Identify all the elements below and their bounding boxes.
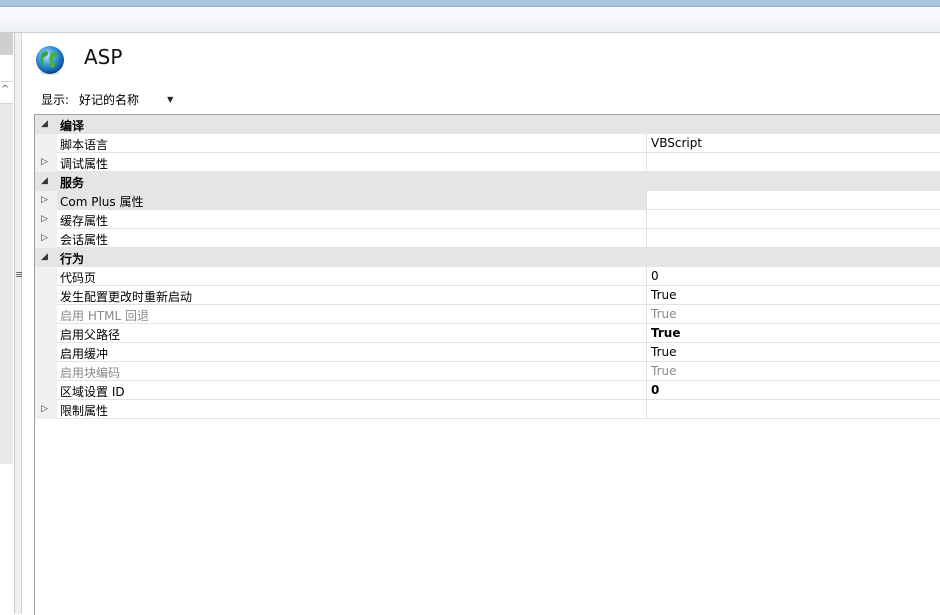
collapse-arrow-icon[interactable]: ◢ xyxy=(41,175,51,187)
display-dropdown[interactable]: 好记的名称 ▼ xyxy=(79,91,173,108)
feature-pane: ASP 显示: 好记的名称 ▼ ◢ 编译 脚本语言 VBScript ▷ 调试属性 ◢ 服务 ▷… xyxy=(22,33,940,615)
row-gutter xyxy=(35,362,57,381)
display-dropdown-value: 好记的名称 xyxy=(79,92,140,107)
property-row[interactable]: 发生配置更改时重新启动 True xyxy=(35,286,940,305)
property-row[interactable]: 脚本语言 VBScript xyxy=(35,134,940,153)
property-value-cell[interactable] xyxy=(646,153,940,172)
property-name: Com Plus 属性 xyxy=(60,195,144,209)
row-gutter xyxy=(35,324,57,343)
property-name: 启用父路径 xyxy=(60,328,121,342)
window-top-border xyxy=(0,0,940,7)
property-value-cell[interactable]: VBScript xyxy=(646,134,940,153)
dropdown-arrow-icon: ▼ xyxy=(167,94,174,104)
row-gutter xyxy=(35,286,57,305)
chevron-up-icon[interactable]: ^ xyxy=(1,84,9,95)
page-title: ASP xyxy=(84,45,123,69)
property-name: 启用 HTML 回退 xyxy=(60,309,150,323)
pane-splitter[interactable]: ≡ xyxy=(15,33,24,614)
category-row[interactable]: ◢ 服务 xyxy=(35,172,940,191)
expand-arrow-icon[interactable]: ▷ xyxy=(41,403,51,415)
property-value: True xyxy=(651,364,677,378)
expand-arrow-icon[interactable]: ▷ xyxy=(41,194,51,206)
selection-highlight xyxy=(57,191,646,210)
property-value-cell[interactable]: True xyxy=(646,362,940,381)
divider xyxy=(0,81,13,82)
property-row[interactable]: 启用父路径 True xyxy=(35,324,940,343)
property-name: 调试属性 xyxy=(60,157,109,171)
row-gutter xyxy=(35,134,57,153)
row-gutter xyxy=(35,267,57,286)
property-value-cell[interactable]: 0 xyxy=(646,267,940,286)
property-value: True xyxy=(651,288,677,302)
property-value-cell[interactable]: True xyxy=(646,305,940,324)
property-value-cell[interactable]: True xyxy=(646,324,940,343)
expand-arrow-icon[interactable]: ▷ xyxy=(41,213,51,225)
property-row[interactable]: ▷ Com Plus 属性 xyxy=(35,191,940,210)
property-row[interactable]: 区域设置 ID 0 xyxy=(35,381,940,400)
property-name: 缓存属性 xyxy=(60,214,109,228)
property-value-cell xyxy=(646,248,940,267)
property-value-cell[interactable] xyxy=(646,400,940,419)
property-row[interactable]: 启用 HTML 回退 True xyxy=(35,305,940,324)
property-name: 发生配置更改时重新启动 xyxy=(60,290,193,304)
category-label: 服务 xyxy=(60,176,85,190)
property-name: 区域设置 ID xyxy=(60,385,125,399)
property-name: 代码页 xyxy=(60,271,97,285)
property-value-cell[interactable] xyxy=(646,229,940,248)
property-value-cell xyxy=(646,115,940,134)
property-row[interactable]: 代码页 0 xyxy=(35,267,940,286)
row-gutter xyxy=(35,305,57,324)
property-value: True xyxy=(651,326,681,340)
display-filter: 显示: 好记的名称 ▼ xyxy=(41,90,173,108)
property-value: 0 xyxy=(651,269,659,283)
property-value-cell[interactable]: 0 xyxy=(646,381,940,400)
property-name: 脚本语言 xyxy=(60,138,109,152)
property-value-cell[interactable]: True xyxy=(646,343,940,362)
property-value-cell[interactable] xyxy=(646,210,940,229)
property-value: True xyxy=(651,345,677,359)
globe-icon xyxy=(36,46,64,75)
property-value-cell[interactable]: True xyxy=(646,286,940,305)
expand-arrow-icon[interactable]: ▷ xyxy=(41,156,51,168)
property-row[interactable]: ▷ 限制属性 xyxy=(35,400,940,419)
category-label: 编译 xyxy=(60,119,85,133)
property-name: 启用块编码 xyxy=(60,366,121,380)
row-gutter xyxy=(35,343,57,362)
collapse-arrow-icon[interactable]: ◢ xyxy=(41,251,51,263)
category-row[interactable]: ◢ 行为 xyxy=(35,248,940,267)
category-label: 行为 xyxy=(60,252,85,266)
property-row[interactable]: ▷ 会话属性 xyxy=(35,229,940,248)
property-row[interactable]: 启用缓冲 True xyxy=(35,343,940,362)
toolbar-band xyxy=(0,7,940,33)
row-gutter xyxy=(35,381,57,400)
category-row[interactable]: ◢ 编译 xyxy=(35,115,940,134)
property-name: 启用缓冲 xyxy=(60,347,109,361)
connections-pane-header xyxy=(0,33,13,55)
property-row[interactable]: ▷ 缓存属性 xyxy=(35,210,940,229)
connections-pane: ^ xyxy=(0,33,15,614)
display-label: 显示: xyxy=(41,92,70,107)
property-value-cell xyxy=(646,172,940,191)
property-grid: ◢ 编译脚本语言 VBScript ▷ 调试属性 ◢ 服务 ▷ Com Plus 属性 ▷ 缓存属性… xyxy=(34,114,940,615)
expand-arrow-icon[interactable]: ▷ xyxy=(41,232,51,244)
tree-scrollbar[interactable] xyxy=(0,103,13,464)
property-value: VBScript xyxy=(651,136,703,150)
property-row[interactable]: 启用块编码 True xyxy=(35,362,940,381)
property-value: 0 xyxy=(651,383,660,397)
property-name: 会话属性 xyxy=(60,233,109,247)
property-name: 限制属性 xyxy=(60,404,109,418)
collapse-arrow-icon[interactable]: ◢ xyxy=(41,118,51,130)
property-value: True xyxy=(651,307,677,321)
property-row[interactable]: ▷ 调试属性 xyxy=(35,153,940,172)
property-value-cell[interactable] xyxy=(646,191,940,210)
